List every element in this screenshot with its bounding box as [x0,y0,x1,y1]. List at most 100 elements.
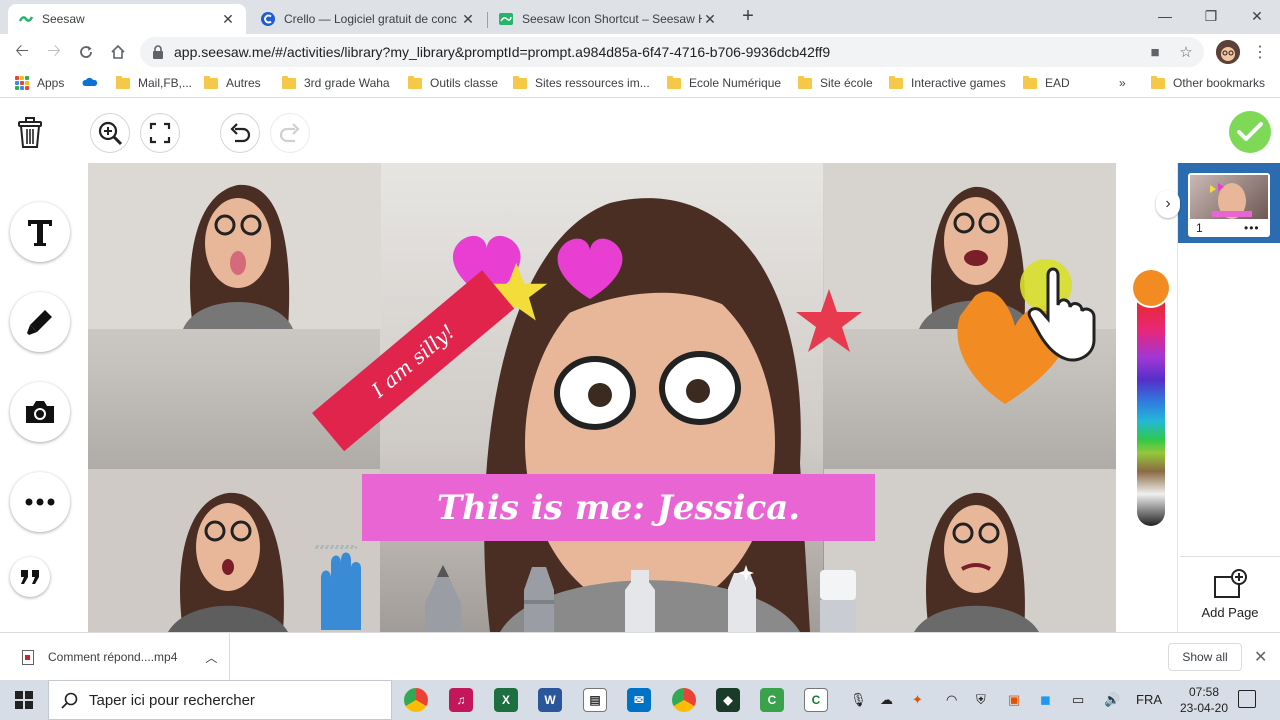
caption-label[interactable]: This is me: Jessica. [362,474,875,541]
bookmark-label: Mail,FB,... [138,76,193,90]
undo-button[interactable] [220,113,260,153]
camera-in-use-icon[interactable]: ■ [1146,43,1164,61]
bookmarks-bar: Apps Mail,FB,... Autres 3rd grade Waha O… [0,70,1280,98]
marker-tool-icon[interactable] [520,565,558,632]
bookmark-folder[interactable]: Outils classe [408,75,498,90]
browser-tab-strip: Seesaw ✕ Crello — Logiciel gratuit de co… [0,0,1280,34]
notifications-icon[interactable] [1238,690,1256,708]
seesaw-toolbar [0,98,1280,164]
app-taskbar-icon[interactable]: ◆ [716,688,740,712]
tab-close-icon[interactable]: ✕ [460,11,476,28]
excel-icon[interactable]: X [494,688,518,712]
page-menu-icon[interactable]: ••• [1244,221,1260,235]
crayon-tool-icon[interactable] [621,568,659,632]
reload-button[interactable] [73,39,99,65]
submit-check-button[interactable] [1229,111,1271,153]
headphones-app-icon[interactable]: ♫ [449,688,473,712]
chevron-up-icon[interactable]: ︿ [205,649,217,666]
drawing-canvas[interactable]: I am silly! [88,163,1116,632]
photos-app-icon[interactable]: ▤ [583,688,607,712]
close-window-button[interactable]: ✕ [1234,0,1280,32]
pencil-tool-icon[interactable] [423,563,463,632]
redo-button[interactable] [270,113,310,153]
bookmark-label: Autres [226,76,261,90]
selected-color-knob[interactable] [1133,270,1169,306]
browser-menu-icon[interactable]: ⋮ [1252,42,1268,62]
security-icon[interactable]: ⛨ [976,692,986,708]
taskbar-clock[interactable]: 07:58 23-04-20 [1172,684,1236,716]
quote-tool-button[interactable] [10,557,50,597]
word-icon[interactable]: W [538,688,562,712]
fullscreen-button[interactable] [140,113,180,153]
tray-app-icon[interactable]: ✦ [912,692,923,708]
address-bar[interactable]: app.seesaw.me/#/activities/library?my_li… [140,37,1204,67]
pen-tool-button[interactable] [10,292,70,352]
forward-button[interactable]: 🡢 [41,39,67,65]
trash-button[interactable] [10,113,50,153]
chrome-profile-taskbar-icon[interactable] [672,688,696,712]
thumbnail-image [1190,175,1268,219]
avatar-face-icon [1216,40,1240,64]
tab-close-icon[interactable]: ✕ [702,11,718,28]
eraser-tool-icon[interactable] [816,568,860,632]
bookmark-other[interactable]: Other bookmarks [1151,75,1265,90]
zoom-in-icon [98,121,123,146]
battery-icon[interactable]: ▭ [1072,692,1084,708]
tray-orange-icon[interactable]: ▣ [1008,692,1020,708]
bookmark-folder[interactable]: Sites ressources im... [513,75,650,90]
folder-icon [204,75,218,89]
bookmark-folder[interactable]: Site école [798,75,873,90]
taskbar-search-input[interactable]: Taper ici pour rechercher [48,680,392,720]
tab-close-icon[interactable]: ✕ [220,11,236,28]
bookmark-folder[interactable]: Mail,FB,... [116,75,193,90]
bookmarks-overflow-button[interactable]: » [1119,76,1126,90]
new-tab-button[interactable]: + [738,6,758,26]
profile-avatar[interactable] [1216,40,1240,64]
onedrive-tray-icon[interactable]: ☁ [880,692,893,708]
wifi-icon[interactable]: ◠ [946,692,957,708]
camera-tool-button[interactable] [10,382,70,442]
chrome-taskbar-icon[interactable] [404,688,428,712]
more-tools-button[interactable] [10,472,70,532]
tab-seesaw-help[interactable]: Seesaw Icon Shortcut – Seesaw H ✕ [488,4,728,34]
tab-crello[interactable]: Crello — Logiciel gratuit de conc ✕ [250,4,486,34]
bookmark-onedrive[interactable] [82,76,98,88]
bookmark-label: 3rd grade Waha [304,76,390,90]
page-thumbnail[interactable]: 1 ••• [1188,173,1270,237]
next-page-arrow[interactable]: › [1156,190,1180,218]
url-text: app.seesaw.me/#/activities/library?my_li… [174,44,831,60]
language-indicator[interactable]: FRA [1136,692,1162,707]
tab-seesaw[interactable]: Seesaw ✕ [8,4,246,34]
zoom-in-button[interactable] [90,113,130,153]
windows-taskbar: Taper ici pour rechercher ♫ X W ▤ ✉ ◆ C … [0,680,1280,720]
text-tool-button[interactable] [10,202,70,262]
page-thumbnail-selected[interactable]: 1 ••• [1178,163,1280,243]
download-item[interactable]: Comment répond....mp4 ︿ [0,633,230,681]
close-downloads-icon[interactable]: ✕ [1254,647,1267,667]
back-button[interactable]: 🡠 [9,39,35,65]
browser-toolbar: 🡠 🡢 app.seesaw.me/#/activities/library?m… [0,34,1280,70]
show-all-button[interactable]: Show all [1168,643,1242,671]
search-placeholder: Taper ici pour rechercher [89,691,255,709]
recorder-icon[interactable]: C [804,688,828,712]
bookmark-folder[interactable]: Autres [204,75,261,90]
bookmark-star-icon[interactable]: ☆ [1177,43,1195,61]
bookmark-folder[interactable]: 3rd grade Waha [282,75,390,90]
color-picker-strip[interactable] [1137,298,1165,526]
volume-icon[interactable]: 🔊 [1104,692,1120,708]
home-button[interactable] [105,39,131,65]
mail-icon[interactable]: ✉ [627,688,651,712]
tray-blue-icon[interactable]: ◼ [1040,692,1051,708]
bookmark-folder[interactable]: EAD [1023,75,1070,90]
glitter-tool-icon[interactable] [720,563,764,632]
minimize-button[interactable]: — [1142,0,1188,32]
start-button[interactable] [0,680,48,720]
bookmark-folder[interactable]: Ecole Numérique [667,75,781,90]
bookmark-folder[interactable]: Interactive games [889,75,1006,90]
thumbnail-preview [1210,183,1252,219]
microphone-icon[interactable]: 🎙 [850,692,867,708]
bookmark-apps[interactable]: Apps [15,76,64,90]
restore-button[interactable]: ❐ [1188,0,1234,32]
add-page-button[interactable]: Add Page [1180,556,1280,632]
camtasia-icon[interactable]: C [760,688,784,712]
